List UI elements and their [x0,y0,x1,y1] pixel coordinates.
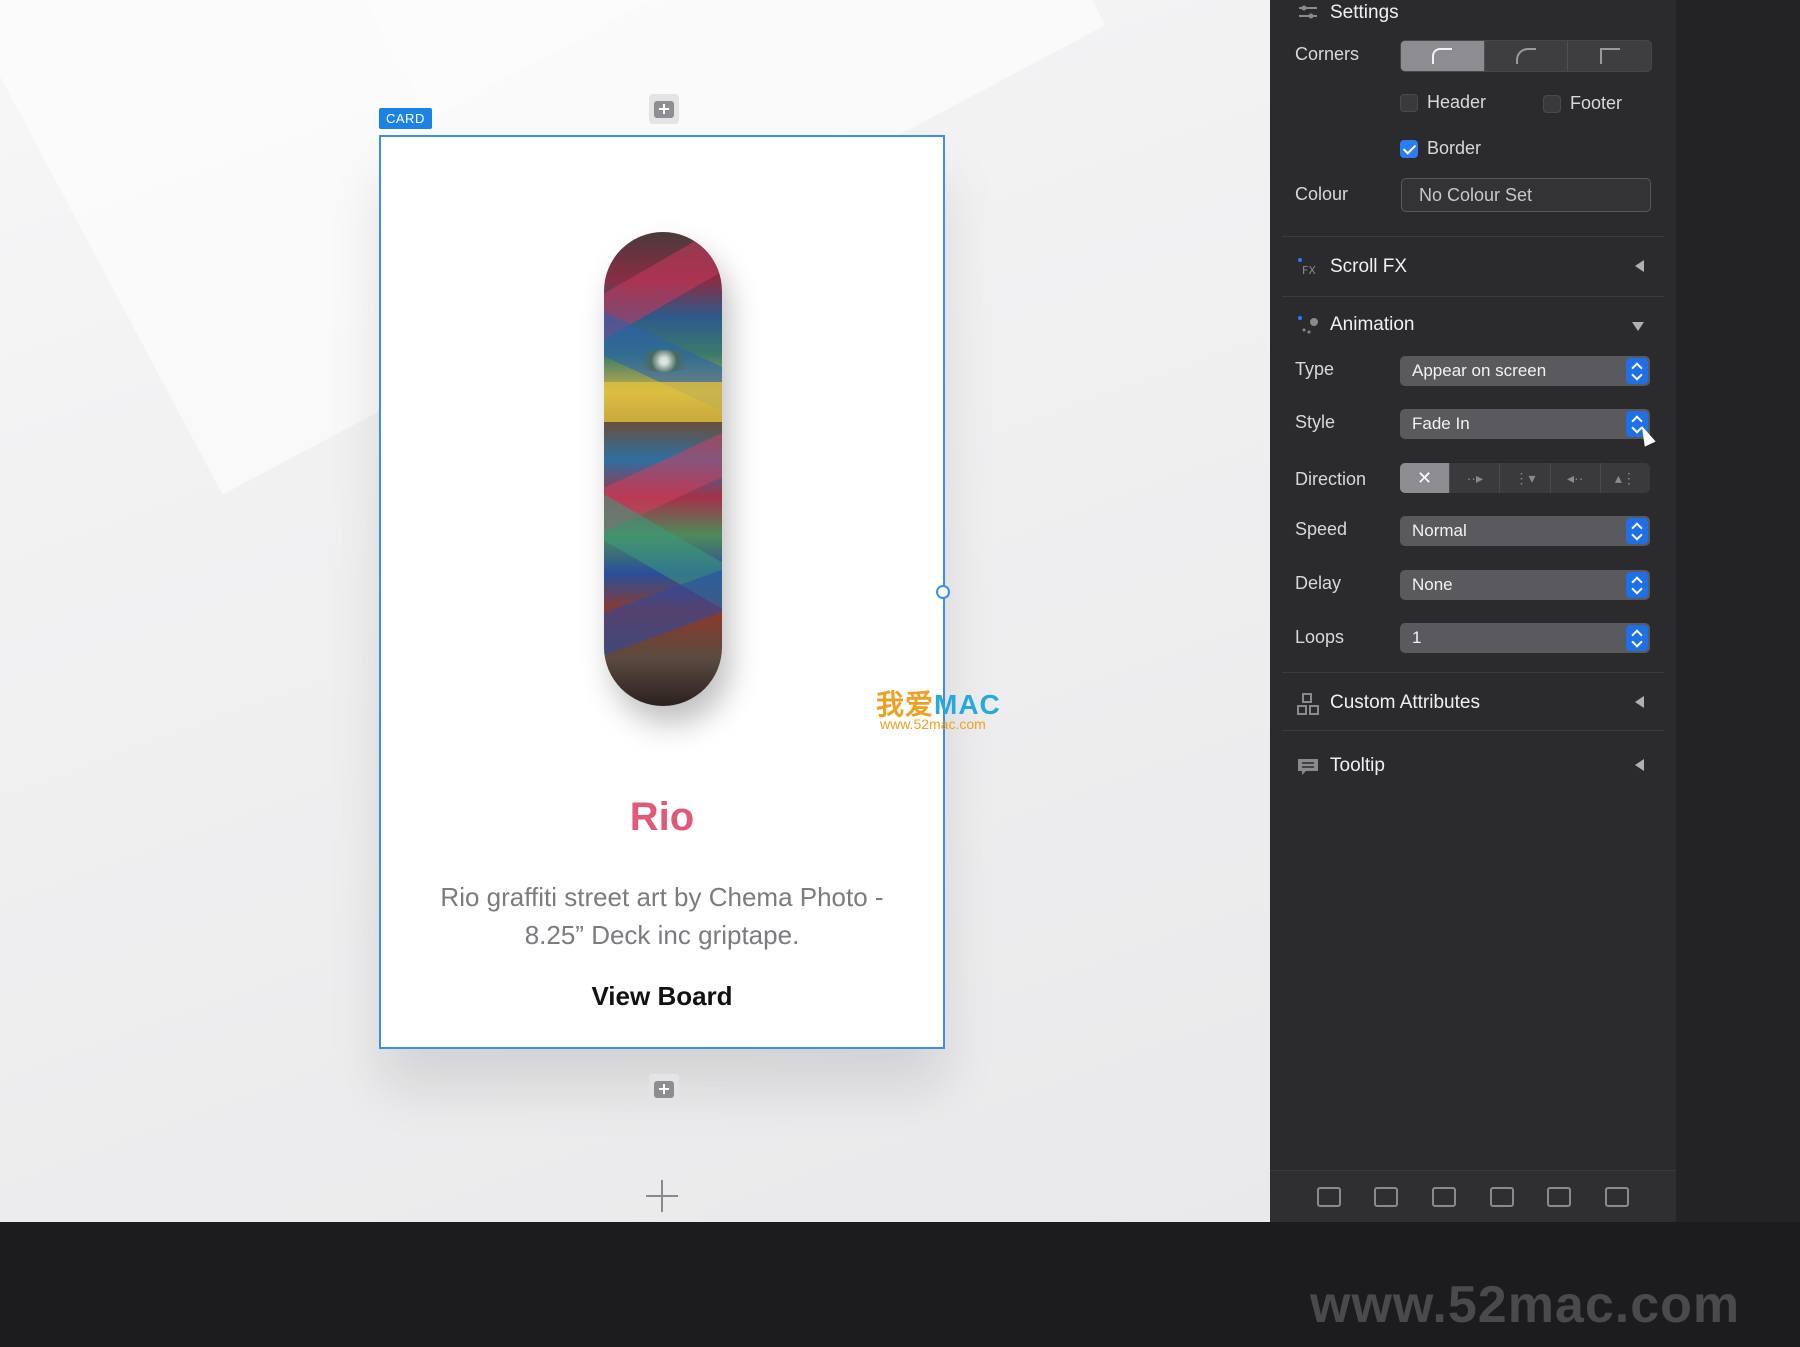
loops-label: Loops [1295,627,1345,647]
skateboard-deck-image [604,232,722,706]
resize-handle[interactable] [936,585,950,599]
code-block-icon[interactable] [1316,1186,1341,1207]
custom-attributes-section-header[interactable]: Custom Attributes [1270,684,1676,724]
add-above-button[interactable] [649,94,679,124]
tooltip-title: Tooltip [1330,755,1385,776]
scroll-fx-section-header[interactable]: FX Scroll FX [1270,248,1676,288]
brush-icon[interactable] [1432,1186,1457,1207]
style-select[interactable]: Fade In [1400,409,1650,439]
settings-title: Settings [1330,2,1399,23]
header-label: Header [1427,92,1487,112]
scroll-fx-title: Scroll FX [1330,256,1408,277]
speed-value: Normal [1412,521,1467,540]
header-checkbox[interactable] [1400,94,1418,112]
right-gutter [1676,0,1800,1222]
border-label: Border [1427,138,1482,158]
stepper-arrows-icon [1626,358,1648,384]
corners-segmented [1400,40,1652,72]
collapse-arrow-icon [1635,696,1644,708]
corners-label: Corners [1295,44,1360,64]
direction-left-option[interactable]: ◂·· [1551,463,1601,493]
type-label: Type [1295,359,1335,379]
tooltip-section-header[interactable]: Tooltip [1270,747,1676,787]
svg-text:FX: FX [1302,264,1316,277]
square-corner-icon [1599,48,1620,64]
corner-large-round-option[interactable] [1485,41,1569,71]
delay-label: Delay [1295,573,1342,593]
card-description: Rio graffiti street art by Chema Photo -… [440,882,884,950]
settings-section-header[interactable]: Settings [1270,0,1676,34]
card-title: Rio [629,795,695,839]
custom-attributes-icon [1297,693,1319,715]
delay-select[interactable]: None [1400,570,1650,600]
animation-icon [1298,316,1318,334]
stepper-arrows-icon [1626,572,1648,598]
deck-eye-detail [634,350,694,372]
direction-segmented: ✕ ··▸ ⋮▾ ◂·· ▴⋮ [1400,463,1650,493]
section-divider [1282,236,1664,237]
corner-square-option[interactable] [1568,41,1651,71]
scroll-fx-icon: FX [1298,258,1316,277]
delay-value: None [1412,575,1453,594]
footer-label: Footer [1570,93,1623,113]
border-checkbox[interactable] [1400,140,1418,158]
collapse-arrow-icon [1635,260,1644,272]
loops-select[interactable]: 1 [1400,623,1650,653]
page-icon[interactable] [1547,1186,1572,1207]
view-board-link[interactable]: View Board [381,981,943,1012]
loops-value: 1 [1412,628,1422,647]
colour-field[interactable]: No Colour Set [1401,178,1651,212]
watermark-url: www.52mac.com [880,716,986,732]
columns-icon[interactable] [1605,1186,1630,1207]
add-below-button[interactable] [649,1074,679,1104]
inspector-bottom-toolbar [1270,1170,1676,1222]
stepper-arrows-icon [1626,518,1648,544]
footer-watermark: www.52mac.com [1310,1276,1741,1334]
direction-none-option[interactable]: ✕ [1400,463,1451,493]
type-value: Appear on screen [1412,361,1547,380]
card-tag: CARD [379,108,432,129]
style-label: Style [1295,412,1336,432]
deck-color-band [604,382,722,422]
section-divider [1282,730,1664,731]
direction-label: Direction [1295,469,1367,489]
animation-title: Animation [1330,314,1415,335]
collapse-arrow-icon [1635,759,1644,771]
large-round-corner-icon [1516,48,1536,64]
style-value: Fade In [1412,414,1470,433]
section-divider [1282,296,1664,297]
colour-label: Colour [1295,184,1349,204]
expand-arrow-icon [1632,322,1644,331]
add-block-icon [654,1080,674,1098]
footer-checkbox[interactable] [1543,95,1561,113]
list-icon[interactable] [1489,1186,1514,1207]
corner-rounded-option[interactable] [1401,41,1485,71]
add-block-icon [654,100,674,118]
section-divider [1282,672,1664,673]
deck-color-band [604,565,722,659]
image-icon[interactable] [1374,1186,1399,1207]
type-select[interactable]: Appear on screen [1400,356,1650,386]
direction-up-option[interactable]: ▴⋮ [1601,463,1650,493]
speed-select[interactable]: Normal [1400,516,1650,546]
stepper-arrows-icon [1626,625,1648,651]
add-section-plus-icon[interactable] [646,1180,678,1212]
sliders-icon [1299,5,1317,19]
direction-down-option[interactable]: ⋮▾ [1500,463,1551,493]
custom-attributes-title: Custom Attributes [1330,692,1480,713]
tooltip-icon [1298,759,1318,775]
rounded-corner-icon [1432,48,1453,64]
speed-label: Speed [1295,519,1348,539]
direction-right-option[interactable]: ··▸ [1450,463,1501,493]
animation-section-header[interactable]: Animation [1270,306,1676,346]
